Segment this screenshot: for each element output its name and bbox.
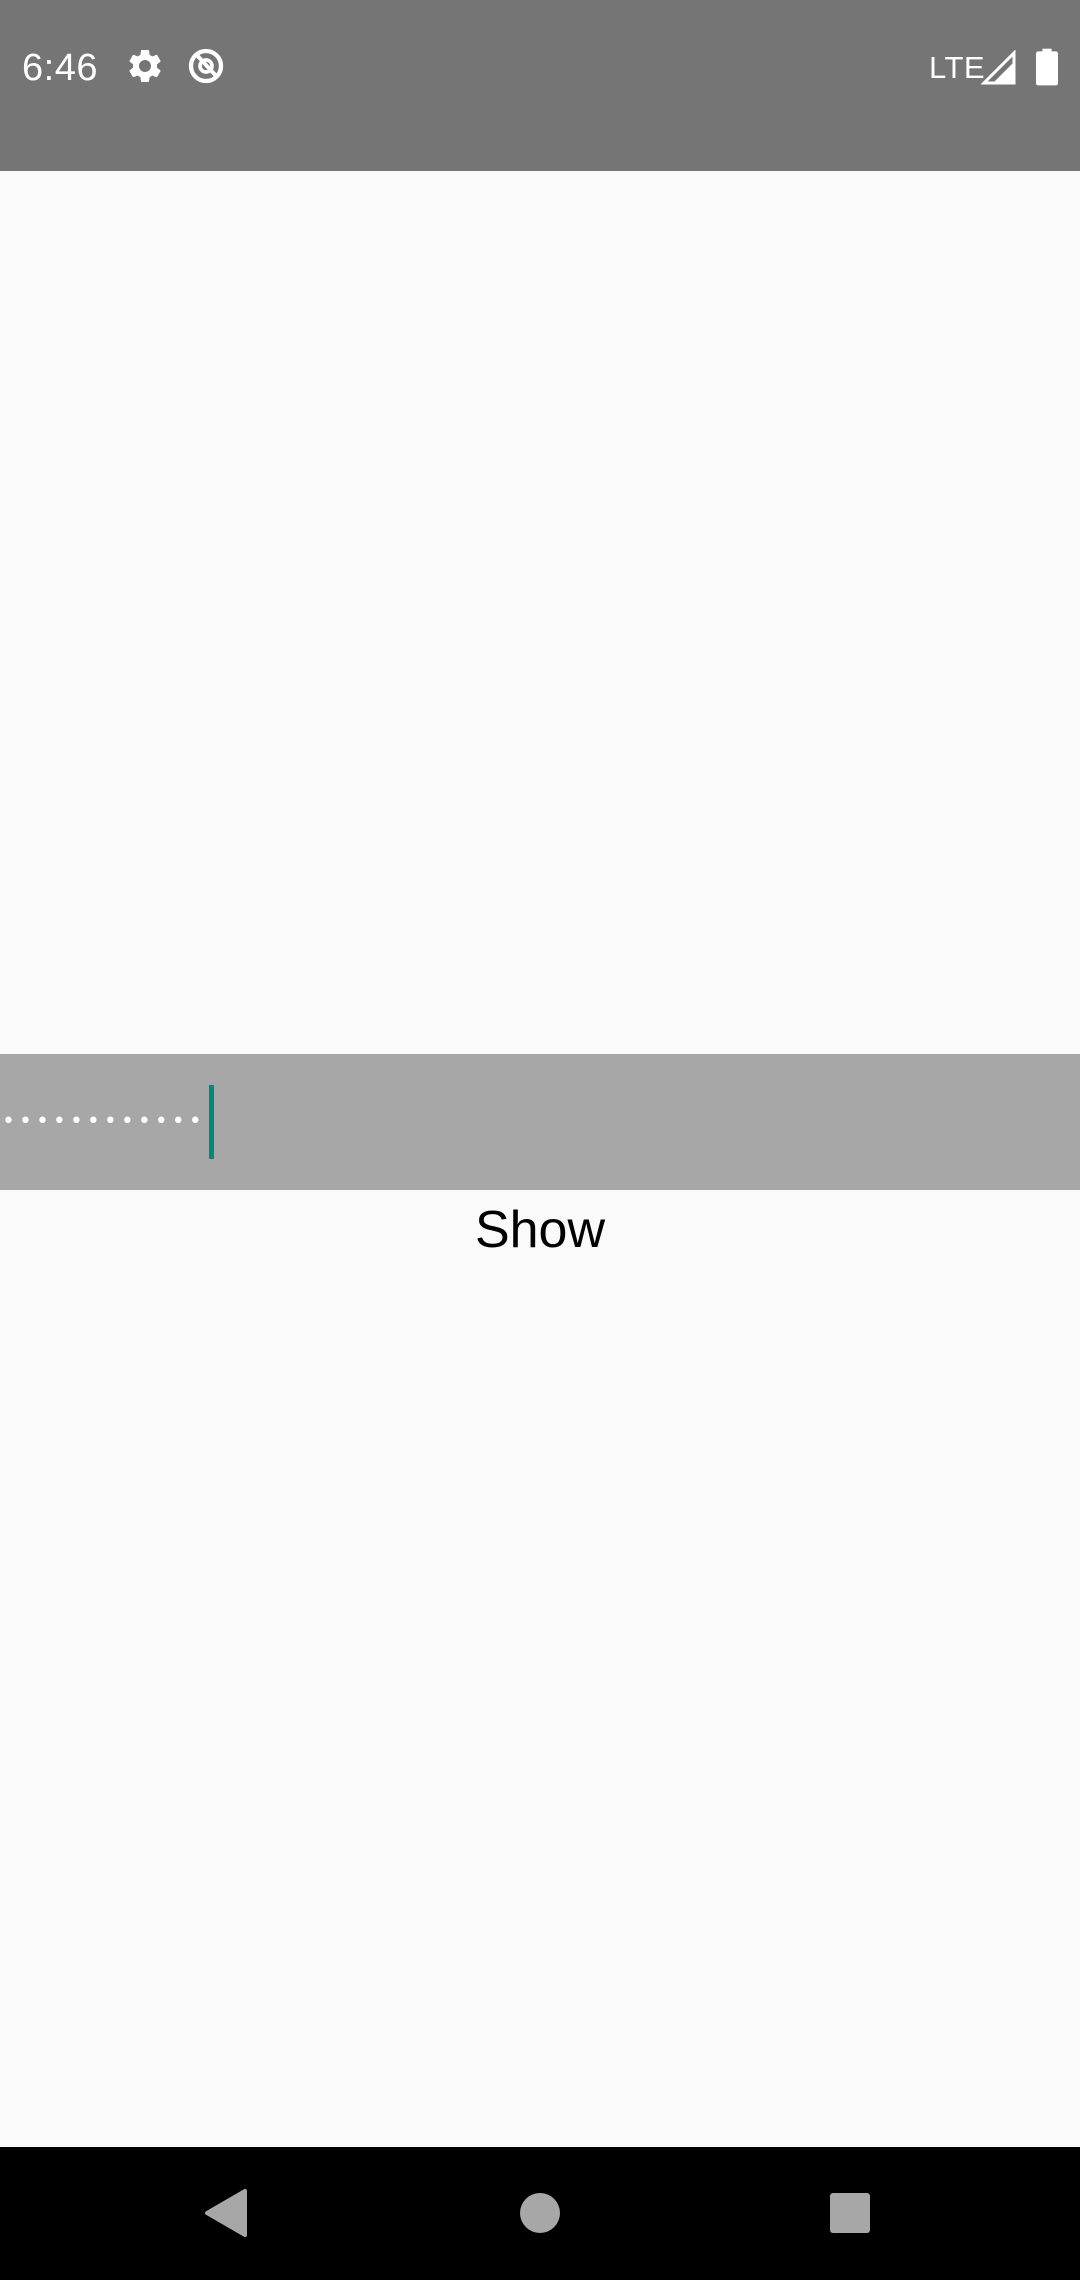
network-type: LTE	[929, 50, 986, 85]
signal-icon	[981, 50, 1017, 86]
status-time: 6:46	[22, 47, 98, 89]
data-saver-icon	[186, 46, 226, 86]
recents-icon[interactable]	[810, 2173, 890, 2253]
battery-icon	[1036, 48, 1058, 86]
home-icon[interactable]	[500, 2173, 580, 2253]
back-icon[interactable]	[186, 2173, 266, 2253]
password-input[interactable]: ••••••••••••	[0, 1054, 1080, 1190]
show-password-button[interactable]: Show	[0, 1190, 1080, 1270]
password-bar: ••••••••••••	[0, 1054, 1080, 1190]
gear-icon	[125, 46, 165, 86]
status-bar: 6:46 LTE	[0, 0, 1080, 171]
navigation-bar	[0, 2147, 1080, 2280]
password-masked-value: ••••••••••••	[2, 1109, 206, 1134]
text-cursor	[208, 1085, 214, 1159]
